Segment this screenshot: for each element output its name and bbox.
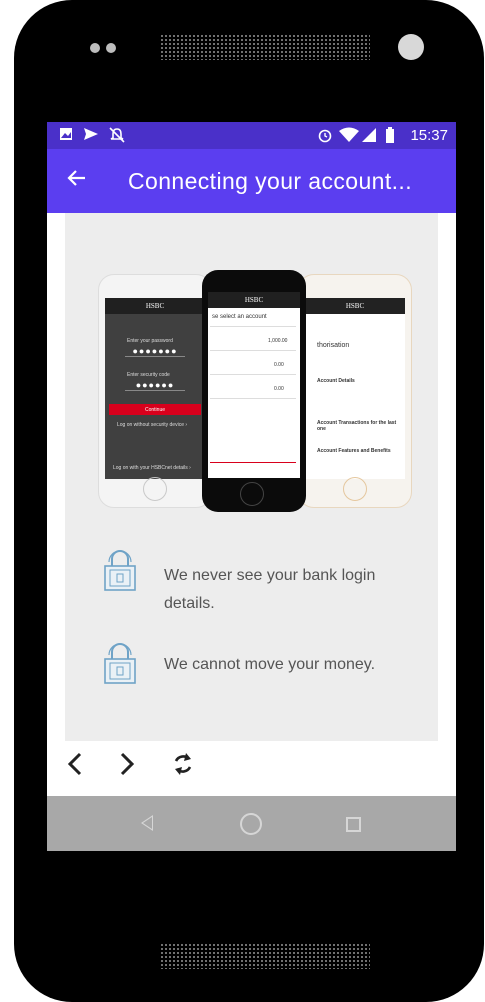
phone-mockup-right: HSBC thorisation Account Details Account… — [298, 274, 412, 508]
feature-text: We cannot move your money. — [164, 656, 376, 673]
sensor-dot — [106, 43, 116, 53]
home-button — [343, 477, 367, 501]
authorisation-heading: thorisation — [317, 342, 350, 349]
padlock-icon — [103, 548, 137, 591]
arrow-left-icon[interactable] — [67, 164, 87, 194]
phone-mockup-left: HSBC Enter your password ●●●●●●● Enter s… — [98, 274, 212, 508]
code-mask: ●●●●●● — [125, 380, 185, 391]
page-title: Connecting your account... — [128, 168, 413, 194]
system-navigation-bar — [47, 796, 456, 851]
home-button — [240, 482, 264, 506]
link-hsbcnet: Log on with your HSBCnet details › — [113, 465, 191, 471]
bottom-speaker — [160, 943, 370, 969]
sensor-dot — [90, 43, 100, 53]
bank-logo: HSBC — [208, 292, 300, 308]
home-button — [143, 477, 167, 501]
auth-item: Account Transactions for the last one — [317, 420, 397, 432]
battery-icon — [385, 127, 395, 147]
content-panel: HSBC Enter your password ●●●●●●● Enter s… — [65, 213, 438, 741]
refresh-icon[interactable] — [172, 751, 194, 783]
bank-logo: HSBC — [305, 298, 405, 314]
wifi-icon — [339, 127, 359, 147]
front-camera — [398, 34, 424, 60]
bank-phones-illustration: HSBC Enter your password ●●●●●●● Enter s… — [98, 270, 412, 516]
alarm-icon — [317, 127, 333, 147]
signal-icon — [361, 127, 377, 147]
password-mask: ●●●●●●● — [125, 346, 185, 357]
app-bar: Connecting your account... — [47, 149, 456, 213]
chevron-left-icon[interactable] — [67, 751, 83, 783]
system-recents-icon[interactable] — [346, 817, 361, 832]
bank-logo: HSBC — [105, 298, 205, 314]
phone-mockup-center: HSBC se select an account 1,000.00 0.00 … — [202, 270, 306, 512]
account-balance: 0.00 — [274, 362, 284, 368]
auth-item: Account Details — [317, 378, 355, 384]
top-speaker — [160, 34, 370, 60]
notifications-off-icon — [109, 127, 125, 147]
padlock-icon — [103, 641, 137, 684]
account-balance: 1,000.00 — [268, 338, 288, 344]
device-screen: 15:37 Connecting your account... HSBC En… — [47, 122, 456, 851]
code-label: Enter security code — [127, 372, 170, 378]
image-icon — [59, 127, 73, 145]
chevron-right-icon[interactable] — [119, 751, 135, 783]
continue-button: Continue — [109, 404, 201, 415]
link-without-device: Log on without security device › — [117, 422, 188, 428]
status-bar: 15:37 — [47, 122, 456, 149]
system-back-icon[interactable] — [141, 815, 153, 831]
password-label: Enter your password — [127, 338, 173, 344]
web-navigation-controls — [47, 741, 456, 796]
system-home-icon[interactable] — [240, 813, 262, 835]
auth-item: Account Features and Benefits — [317, 448, 391, 454]
feature-text: We never see your bank login details. — [164, 567, 376, 612]
clock: 15:37 — [410, 127, 448, 144]
send-icon — [83, 127, 99, 145]
account-balance: 0.00 — [274, 386, 284, 392]
select-account-heading: se select an account — [212, 314, 267, 320]
